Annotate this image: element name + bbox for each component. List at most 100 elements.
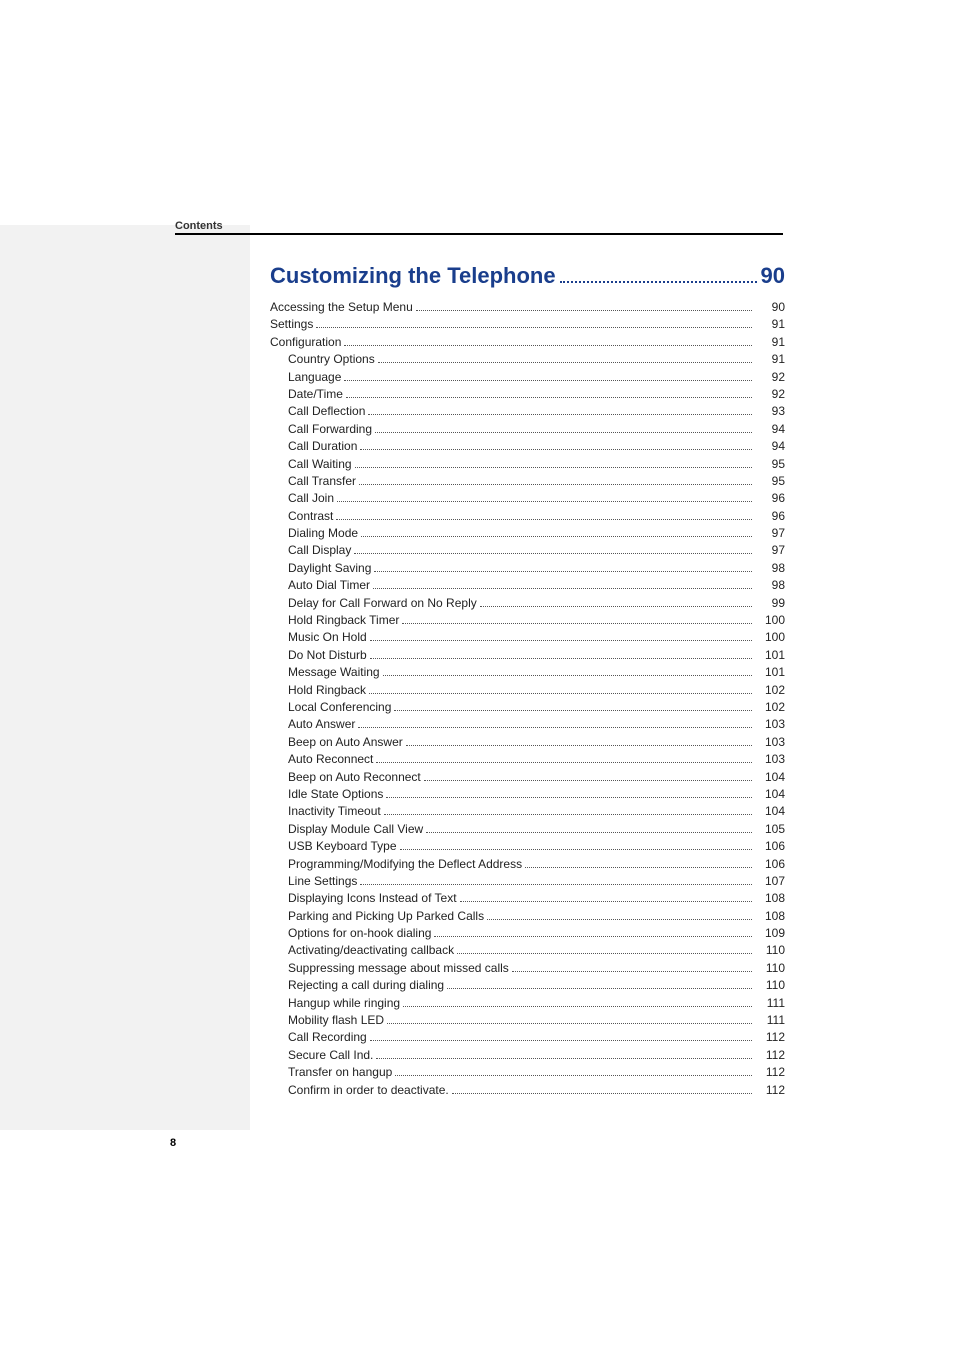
toc-leader	[376, 762, 752, 763]
toc-entry[interactable]: Settings91	[270, 316, 785, 333]
section-title-row[interactable]: Customizing the Telephone 90	[270, 263, 785, 289]
toc-entry-page: 100	[755, 612, 785, 629]
toc-entry[interactable]: Message Waiting101	[270, 664, 785, 681]
toc-entry[interactable]: Local Conferencing102	[270, 699, 785, 716]
toc-entry[interactable]: Call Display97	[270, 542, 785, 559]
toc-entry[interactable]: Hold Ringback102	[270, 682, 785, 699]
toc-entry[interactable]: Auto Answer103	[270, 716, 785, 733]
toc-lines: Accessing the Setup Menu90Settings91Conf…	[270, 299, 785, 1099]
toc-leader	[370, 1040, 752, 1041]
toc-entry-page: 105	[755, 821, 785, 838]
toc-entry-label: Activating/deactivating callback	[288, 942, 454, 959]
toc-entry[interactable]: USB Keyboard Type106	[270, 838, 785, 855]
toc-entry-label: Hangup while ringing	[288, 995, 400, 1012]
toc-leader	[386, 797, 752, 798]
toc-entry-label: Delay for Call Forward on No Reply	[288, 595, 477, 612]
toc-leader	[394, 710, 752, 711]
toc-entry[interactable]: Displaying Icons Instead of Text108	[270, 890, 785, 907]
toc-entry-label: Options for on-hook dialing	[288, 925, 431, 942]
toc-entry-label: Configuration	[270, 334, 341, 351]
toc-entry-page: 112	[755, 1064, 785, 1081]
toc-entry[interactable]: Call Forwarding94	[270, 421, 785, 438]
toc-leader	[383, 675, 752, 676]
section-title-text: Customizing the Telephone	[270, 263, 556, 289]
toc-entry-page: 108	[755, 908, 785, 925]
toc-entry[interactable]: Call Recording112	[270, 1029, 785, 1046]
toc-entry-label: Line Settings	[288, 873, 357, 890]
toc-leader	[447, 988, 752, 989]
toc-entry[interactable]: Call Duration 94	[270, 438, 785, 455]
toc-entry-page: 100	[755, 629, 785, 646]
toc-entry[interactable]: Hold Ringback Timer100	[270, 612, 785, 629]
toc-entry-page: 94	[755, 421, 785, 438]
toc-entry-page: 112	[755, 1082, 785, 1099]
toc-leader	[400, 849, 752, 850]
toc-leader	[434, 936, 752, 937]
toc-entry-page: 95	[755, 473, 785, 490]
toc-entry-page: 91	[755, 316, 785, 333]
toc-entry-label: Displaying Icons Instead of Text	[288, 890, 457, 907]
toc-entry[interactable]: Programming/Modifying the Deflect Addres…	[270, 856, 785, 873]
toc-entry-label: Do Not Disturb	[288, 647, 367, 664]
toc-leader	[487, 919, 752, 920]
toc-leader	[316, 327, 752, 328]
toc-entry[interactable]: Country Options91	[270, 351, 785, 368]
toc-entry-page: 94	[755, 438, 785, 455]
toc-entry-label: Dialing Mode	[288, 525, 358, 542]
toc-entry[interactable]: Call Transfer95	[270, 473, 785, 490]
toc-entry-label: Mobility flash LED	[288, 1012, 384, 1029]
toc-leader	[346, 397, 752, 398]
toc-leader	[424, 780, 752, 781]
toc-entry[interactable]: Confirm in order to deactivate.112	[270, 1082, 785, 1099]
toc-entry[interactable]: Display Module Call View105	[270, 821, 785, 838]
toc-entry[interactable]: Delay for Call Forward on No Reply99	[270, 595, 785, 612]
toc-entry[interactable]: Language92	[270, 369, 785, 386]
toc-entry[interactable]: Accessing the Setup Menu90	[270, 299, 785, 316]
toc-entry[interactable]: Transfer on hangup112	[270, 1064, 785, 1081]
toc-entry[interactable]: Configuration 91	[270, 334, 785, 351]
toc-entry[interactable]: Daylight Saving98	[270, 560, 785, 577]
toc-entry[interactable]: Call Waiting95	[270, 456, 785, 473]
toc-entry[interactable]: Suppressing message about missed calls11…	[270, 960, 785, 977]
toc-entry[interactable]: Activating/deactivating callback 110	[270, 942, 785, 959]
toc-entry[interactable]: Options for on-hook dialing 109	[270, 925, 785, 942]
toc-entry[interactable]: Music On Hold100	[270, 629, 785, 646]
toc-entry-page: 97	[755, 542, 785, 559]
toc-leader	[369, 693, 752, 694]
toc-entry-label: Parking and Picking Up Parked Calls	[288, 908, 484, 925]
toc-entry[interactable]: Beep on Auto Reconnect 104	[270, 769, 785, 786]
toc-entry[interactable]: Date/Time92	[270, 386, 785, 403]
toc-entry[interactable]: Beep on Auto Answer103	[270, 734, 785, 751]
toc-entry[interactable]: Contrast96	[270, 508, 785, 525]
toc-entry[interactable]: Mobility flash LED111	[270, 1012, 785, 1029]
toc-entry[interactable]: Auto Dial Timer98	[270, 577, 785, 594]
toc-entry[interactable]: Dialing Mode97	[270, 525, 785, 542]
toc-entry[interactable]: Line Settings107	[270, 873, 785, 890]
toc-leader	[387, 1023, 752, 1024]
toc-entry[interactable]: Call Deflection93	[270, 403, 785, 420]
toc-entry[interactable]: Do Not Disturb101	[270, 647, 785, 664]
toc-entry-page: 92	[755, 386, 785, 403]
toc-entry[interactable]: Parking and Picking Up Parked Calls 108	[270, 908, 785, 925]
toc-leader	[344, 380, 752, 381]
toc-entry-label: Auto Reconnect	[288, 751, 373, 768]
toc-entry-page: 110	[755, 942, 785, 959]
toc-entry-page: 110	[755, 977, 785, 994]
toc-entry-label: Suppressing message about missed calls	[288, 960, 509, 977]
toc-entry[interactable]: Secure Call Ind.112	[270, 1047, 785, 1064]
toc-entry-label: Language	[288, 369, 341, 386]
toc-entry-label: Beep on Auto Reconnect	[288, 769, 421, 786]
toc-entry-label: Country Options	[288, 351, 375, 368]
toc-entry-page: 104	[755, 769, 785, 786]
toc-entry-label: Idle State Options	[288, 786, 383, 803]
toc-entry[interactable]: Hangup while ringing111	[270, 995, 785, 1012]
toc-entry[interactable]: Idle State Options104	[270, 786, 785, 803]
toc-leader	[403, 1006, 752, 1007]
toc-entry-page: 109	[755, 925, 785, 942]
toc-entry[interactable]: Auto Reconnect103	[270, 751, 785, 768]
toc-entry[interactable]: Inactivity Timeout104	[270, 803, 785, 820]
toc-entry[interactable]: Rejecting a call during dialing110	[270, 977, 785, 994]
toc-entry[interactable]: Call Join96	[270, 490, 785, 507]
toc-entry-page: 91	[755, 334, 785, 351]
toc-entry-label: Call Duration	[288, 438, 357, 455]
